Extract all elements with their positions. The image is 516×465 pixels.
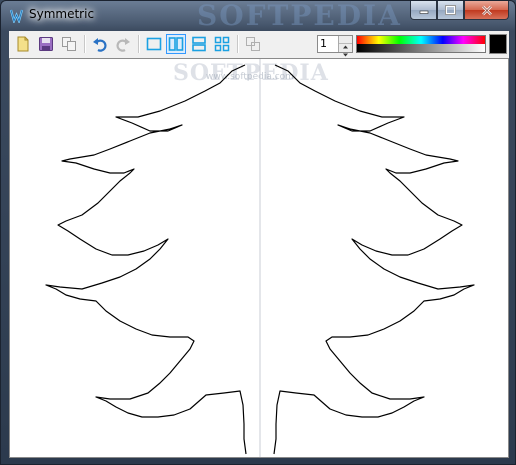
minimize-icon — [419, 10, 428, 14]
symmetry-vertical-button[interactable] — [166, 34, 186, 54]
spinner-up-button[interactable] — [339, 36, 352, 49]
overlay-icon — [246, 37, 260, 51]
selected-color-swatch[interactable] — [489, 34, 507, 54]
title-bar[interactable]: Symmetric SOFTPEDIA — [1, 0, 515, 32]
redo-arrow-icon — [116, 38, 130, 52]
overlay-button[interactable] — [243, 34, 263, 54]
line-width-value[interactable]: 1 — [320, 37, 327, 50]
symmetry-none-button[interactable] — [144, 34, 164, 54]
close-icon — [481, 5, 492, 15]
app-logo-icon — [9, 8, 24, 25]
caption-buttons — [410, 1, 509, 21]
redo-button[interactable] — [113, 34, 133, 54]
toolbar-separator — [237, 35, 239, 53]
vertical-split-icon — [168, 37, 184, 51]
line-width-spinner[interactable]: 1 — [317, 35, 353, 57]
copy-icon — [62, 37, 76, 51]
horizontal-split-icon — [192, 36, 206, 52]
close-button[interactable] — [464, 1, 509, 20]
app-window: Symmetric SOFTPEDIA 1 SOFTPEDIA www.soft… — [0, 0, 516, 465]
drawing-surface — [45, 59, 475, 457]
undo-arrow-icon — [93, 38, 107, 52]
symmetry-horizontal-button[interactable] — [189, 34, 209, 54]
new-button[interactable] — [13, 34, 33, 54]
softpedia-watermark: SOFTPEDIA — [197, 0, 402, 32]
single-panel-icon — [146, 37, 162, 51]
spinner-buttons — [338, 36, 352, 57]
grayscale-palette[interactable] — [357, 44, 485, 52]
tree-left-half — [45, 64, 247, 455]
quad-split-icon — [214, 36, 230, 52]
color-palette[interactable] — [356, 35, 486, 53]
save-button[interactable] — [36, 34, 56, 54]
window-title: Symmetric — [29, 7, 95, 21]
new-document-icon — [17, 36, 29, 52]
drawing-canvas[interactable]: SOFTPEDIA www.softpedia.com — [9, 58, 509, 458]
save-disk-icon — [39, 37, 53, 51]
copy-button[interactable] — [59, 34, 79, 54]
symmetry-quad-button[interactable] — [212, 34, 232, 54]
toolbar-separator — [84, 35, 86, 53]
maximize-button[interactable] — [437, 1, 464, 20]
undo-button[interactable] — [90, 34, 110, 54]
maximize-icon — [445, 5, 456, 15]
minimize-button[interactable] — [410, 1, 437, 20]
tree-right-half — [273, 64, 475, 455]
toolbar-separator — [138, 35, 140, 53]
toolbar: 1 — [9, 31, 509, 58]
spinner-down-button[interactable] — [339, 44, 352, 57]
